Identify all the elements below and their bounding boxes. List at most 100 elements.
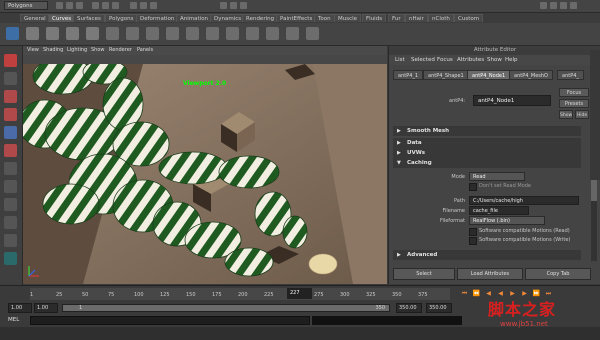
shelf-tab-curves[interactable]: Curves	[48, 14, 76, 22]
playback-end-field[interactable]: 350.00	[396, 303, 422, 313]
ae-menu-attributes[interactable]: Attributes	[457, 55, 484, 65]
3d-viewport[interactable]: Viewport 2.0	[23, 64, 387, 284]
menu-set-dropdown[interactable]: Polygons	[4, 1, 48, 10]
shelf-tab-nhair[interactable]: nHair	[405, 14, 428, 22]
menu-shading[interactable]: Shading	[43, 46, 63, 55]
ep-curve-tool-icon[interactable]	[46, 27, 59, 40]
layout-single-icon[interactable]	[4, 198, 17, 211]
tab-node-extra[interactable]: antP4_	[557, 70, 584, 80]
ae-menu-focus[interactable]: Focus	[437, 55, 453, 65]
shelf-tab-polygons[interactable]: Polygons	[105, 14, 138, 22]
copy-tab-button[interactable]: Copy Tab	[525, 268, 591, 280]
mode-dropdown[interactable]: Read	[469, 172, 525, 181]
circle-icon[interactable]	[106, 27, 119, 40]
section-advanced[interactable]: ▶ Advanced	[393, 250, 581, 260]
focus-button[interactable]: Focus	[559, 88, 589, 97]
tab-node-shape[interactable]: antP4_Shape1	[423, 70, 469, 80]
layout-four-icon[interactable]	[4, 216, 17, 229]
shelf-tab-muscle[interactable]: Muscle	[334, 14, 362, 22]
section-caching[interactable]: ▼ Caching	[393, 158, 581, 168]
arc-tool-icon[interactable]	[86, 27, 99, 40]
menu-lighting[interactable]: Lighting	[67, 46, 87, 55]
select-button[interactable]: Select	[393, 268, 455, 280]
new-scene-icon[interactable]	[56, 2, 63, 9]
ipr-render-icon[interactable]	[230, 2, 237, 9]
range-bar[interactable]: 1 350	[62, 304, 390, 312]
rotate-tool-icon[interactable]	[4, 126, 17, 139]
attach-curves-icon[interactable]	[166, 27, 179, 40]
fileformat-dropdown[interactable]: RealFlow (.bin)	[469, 216, 545, 225]
motions-write-checkbox[interactable]	[469, 237, 477, 245]
save-scene-icon[interactable]	[76, 2, 83, 9]
menu-renderer[interactable]: Renderer	[109, 46, 132, 55]
section-data[interactable]: ▶ Data	[393, 138, 581, 148]
shelf-tab-fur[interactable]: Fur	[388, 14, 405, 22]
select-object-icon[interactable]	[102, 2, 109, 9]
scale-tool-icon[interactable]	[4, 144, 17, 157]
detach-curves-icon[interactable]	[186, 27, 199, 40]
tab-node-mesh[interactable]: antP4_MeshO	[509, 70, 553, 80]
manipulator-tool-icon[interactable]	[4, 162, 17, 175]
show-button[interactable]: Show	[559, 110, 573, 119]
load-attributes-button[interactable]: Load Attributes	[457, 268, 523, 280]
go-to-start-icon[interactable]: ⏮	[460, 289, 469, 298]
pencil-curve-tool-icon[interactable]	[66, 27, 79, 40]
snap-point-icon[interactable]	[150, 2, 157, 9]
move-tool-icon[interactable]	[4, 108, 17, 121]
select-tool-icon[interactable]	[4, 54, 17, 67]
snap-curve-icon[interactable]	[140, 2, 147, 9]
fillet-curve-icon[interactable]	[206, 27, 219, 40]
planar-icon[interactable]	[306, 27, 319, 40]
path-field[interactable]: C:/Users/cache/high	[469, 196, 579, 205]
select-component-icon[interactable]	[112, 2, 119, 9]
ae-menu-list[interactable]: List	[395, 55, 405, 65]
step-back-icon[interactable]: ⏪	[472, 289, 481, 298]
tool-settings-icon[interactable]	[570, 2, 577, 9]
tab-node-transform[interactable]: antP4_1	[393, 70, 424, 80]
shelf-tab-custom[interactable]: Custom	[454, 14, 484, 22]
render-settings-icon[interactable]	[240, 2, 247, 9]
ae-menu-selected[interactable]: Selected	[411, 55, 435, 65]
shelf-settings-icon[interactable]	[6, 27, 19, 40]
panel-toggle-icon[interactable]	[540, 2, 547, 9]
shelf-tab-ncloth[interactable]: nCloth	[428, 14, 454, 22]
dont-set-read-checkbox[interactable]	[469, 183, 477, 191]
current-frame-indicator[interactable]: 227	[287, 288, 312, 299]
select-hierarchy-icon[interactable]	[92, 2, 99, 9]
node-name-field[interactable]: antP4_Node1	[473, 95, 551, 106]
section-uvws[interactable]: ▶ UVWs	[393, 148, 581, 158]
paint-select-icon[interactable]	[4, 90, 17, 103]
offset-curve-icon[interactable]	[146, 27, 159, 40]
attribute-editor-icon[interactable]	[560, 2, 567, 9]
scrollbar-thumb[interactable]	[591, 179, 597, 201]
loft-icon[interactable]	[266, 27, 279, 40]
end-time-field[interactable]: 350.00	[426, 303, 452, 313]
shelf-tab-surfaces[interactable]: Surfaces	[73, 14, 105, 22]
hide-button[interactable]: Hide	[575, 110, 589, 119]
ae-menu-show[interactable]: Show	[487, 55, 502, 65]
square-icon[interactable]	[126, 27, 139, 40]
channel-box-icon[interactable]	[550, 2, 557, 9]
lasso-tool-icon[interactable]	[4, 72, 17, 85]
playback-start-field[interactable]: 1.00	[34, 303, 58, 313]
start-time-field[interactable]: 1.00	[8, 303, 32, 313]
tab-node-main[interactable]: antP4_Node1	[467, 70, 511, 80]
shelf-tab-animation[interactable]: Animation	[176, 14, 213, 22]
menu-panels[interactable]: Panels	[137, 46, 153, 55]
shelf-tab-fluids[interactable]: Fluids	[362, 14, 387, 22]
render-icon[interactable]	[220, 2, 227, 9]
cv-curve-tool-icon[interactable]	[26, 27, 39, 40]
open-scene-icon[interactable]	[66, 2, 73, 9]
revolve-icon[interactable]	[286, 27, 299, 40]
menu-view[interactable]: View	[27, 46, 39, 55]
shelf-tab-toon[interactable]: Toon	[314, 14, 335, 22]
filename-field[interactable]: cache_file	[469, 206, 529, 215]
shelf-tab-rendering[interactable]: Rendering	[242, 14, 279, 22]
layout-outliner-icon[interactable]	[4, 234, 17, 247]
snap-grid-icon[interactable]	[130, 2, 137, 9]
menu-show[interactable]: Show	[91, 46, 105, 55]
section-smooth-mesh[interactable]: ▶ Smooth Mesh	[393, 126, 581, 136]
time-ticks[interactable]: 1 25 50 75 100 125 150 175 200 225 275 3…	[30, 288, 450, 300]
shelf-tab-deformation[interactable]: Deformation	[136, 14, 179, 22]
shelf-tab-general[interactable]: General	[20, 14, 50, 22]
